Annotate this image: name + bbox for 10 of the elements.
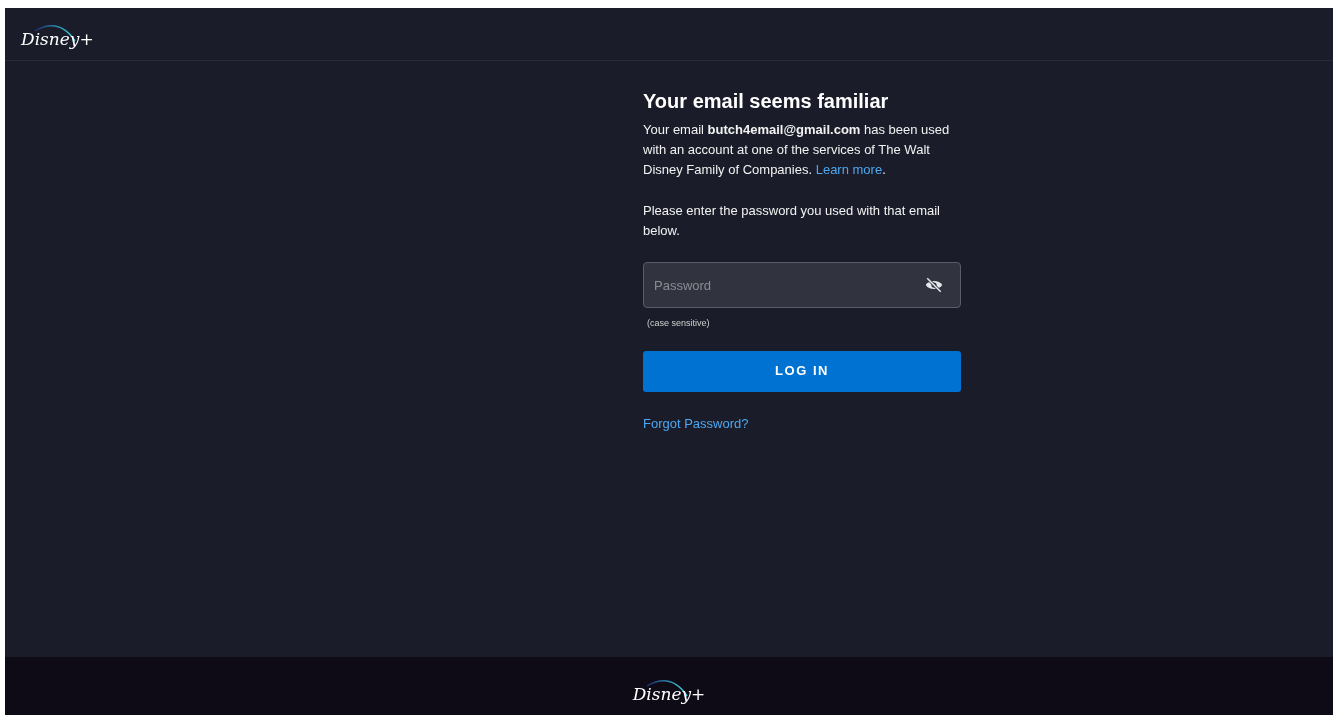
page-title: Your email seems familiar [643, 89, 890, 114]
field-hint: (case sensitive) [647, 317, 711, 330]
intro-paragraph: Your email butch4email@gmail.com has been used with an account at one of the services of The Walt Disney Family of Companies. Learn more. [643, 121, 951, 179]
brand-logo[interactable]: Disney+ [19, 20, 96, 48]
hide-password-icon[interactable] [925, 277, 943, 293]
login-button[interactable]: LOG IN [643, 350, 961, 392]
forgot-password-link[interactable]: Forgot Password? [643, 413, 749, 433]
instruction-text: Please enter the password you used with that email below. [643, 202, 941, 240]
password-field[interactable]: Password [643, 262, 961, 308]
brand-logo[interactable]: Disney+ [630, 675, 708, 703]
